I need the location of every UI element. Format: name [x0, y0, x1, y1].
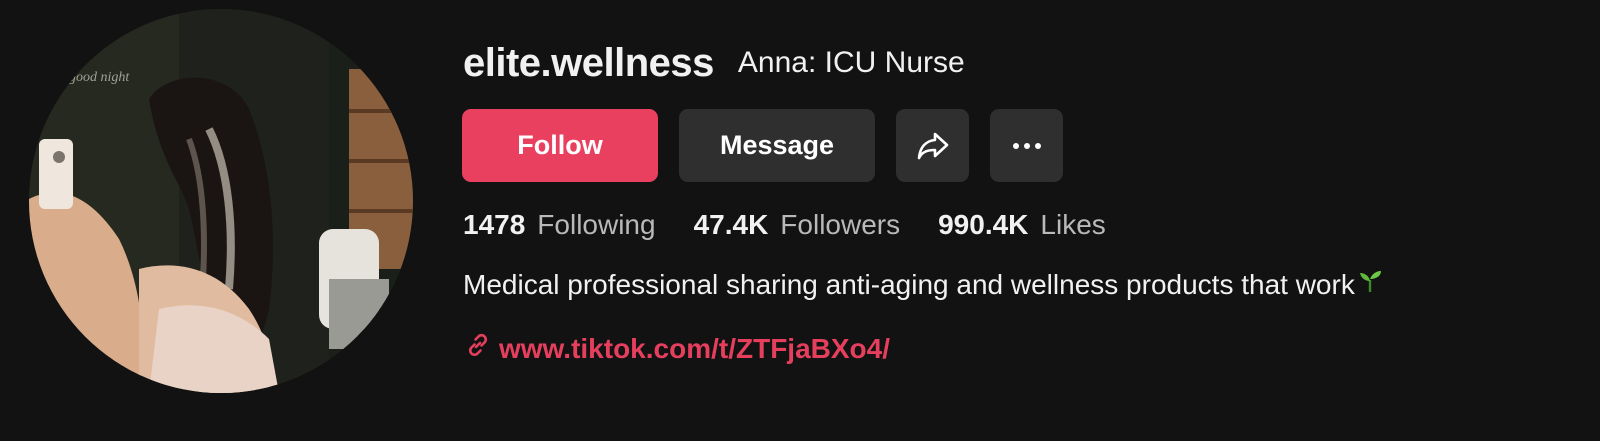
username: elite.wellness	[463, 40, 714, 85]
name-row: elite.wellness Anna: ICU Nurse	[463, 38, 965, 88]
stat-followers[interactable]: 47.4K Followers	[694, 209, 901, 241]
svg-text:good night: good night	[69, 70, 130, 85]
bio: Medical professional sharing anti-aging …	[463, 268, 1383, 301]
follow-button-label: Follow	[517, 130, 603, 160]
avatar-photo-icon: good night	[29, 9, 413, 393]
more-options-button[interactable]	[990, 109, 1063, 182]
follow-button[interactable]: Follow	[462, 109, 658, 182]
following-label: Following	[537, 209, 656, 240]
message-button[interactable]: Message	[679, 109, 875, 182]
profile-header: good night elite.wellness Anna: ICU Nurs…	[0, 0, 1600, 441]
followers-count: 47.4K	[693, 209, 769, 240]
following-count: 1478	[463, 209, 526, 240]
more-dots-icon	[1012, 142, 1041, 149]
avatar[interactable]: good night	[29, 9, 413, 393]
link-icon	[465, 332, 491, 365]
share-button[interactable]	[896, 109, 969, 182]
share-arrow-icon	[917, 132, 948, 159]
stat-following[interactable]: 1478 Following	[463, 209, 656, 241]
bio-text: Medical professional sharing anti-aging …	[463, 268, 1355, 300]
seedling-icon	[1357, 268, 1383, 301]
likes-count: 990.4K	[938, 209, 1029, 240]
followers-label: Followers	[780, 209, 901, 240]
profile-stats: 1478 Following 47.4K Followers 990.4K Li…	[463, 203, 1144, 247]
profile-link[interactable]: www.tiktok.com/t/ZTFjaBXo4/	[465, 332, 890, 365]
message-button-label: Message	[719, 130, 835, 160]
link-url: www.tiktok.com/t/ZTFjaBXo4/	[499, 332, 891, 364]
likes-label: Likes	[1040, 209, 1106, 240]
stat-likes: 990.4K Likes	[938, 209, 1106, 241]
nickname: Anna: ICU Nurse	[737, 46, 965, 79]
